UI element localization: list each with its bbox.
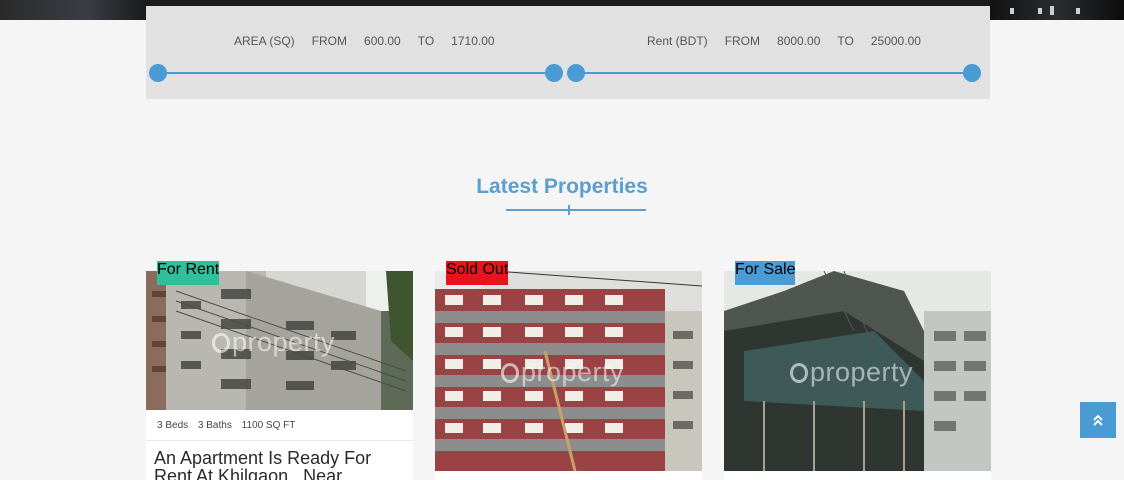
watermark-logo: property [501,357,624,388]
area-from-label: FROM [311,34,348,48]
property-photo[interactable]: property [724,271,991,471]
baths-count: 3 Baths [197,420,232,431]
watermark-logo: property [790,357,913,388]
double-chevron-up-icon [1093,414,1103,426]
area-min-handle[interactable] [149,64,167,82]
rent-range-readout: Rent (BDT) FROM 8000.00 TO 25000.00 [647,34,921,48]
status-badge-sold-out: Sold Out [446,261,509,285]
rent-from-label: FROM [724,34,761,48]
section-title: Latest Properties [476,175,648,198]
property-card[interactable]: property [435,271,702,480]
area-range-slider[interactable] [149,64,563,82]
hero-photo-left [0,0,146,20]
property-photo[interactable]: property [435,271,702,471]
property-title-link[interactable]: An Apartment Is Ready For Rent At Khilga… [154,449,404,480]
area-slider-track[interactable] [158,72,554,74]
property-card[interactable]: property [724,271,991,480]
rent-max-handle[interactable] [963,64,981,82]
rent-slider-track[interactable] [576,72,972,74]
section-title-divider [506,205,646,215]
property-card[interactable]: property 3 Beds 3 Baths 1100 SQ FT An Ap… [146,271,413,480]
watermark-logo: property [212,327,335,358]
rent-min-handle[interactable] [567,64,585,82]
area-from-value: 600.00 [364,34,401,48]
area-size: 1100 SQ FT [241,420,296,431]
area-range-readout: AREA (SQ) FROM 600.00 TO 1710.00 [234,34,495,48]
back-to-top-button[interactable] [1080,402,1116,438]
area-label: AREA (SQ) [234,34,295,48]
beds-count: 3 Beds [157,420,189,431]
area-max-handle[interactable] [545,64,563,82]
rent-range-slider[interactable] [567,64,981,82]
status-badge-for-sale: For Sale [735,261,796,285]
property-meta: 3 Beds 3 Baths 1100 SQ FT [146,410,413,441]
hero-photo-right [990,0,1124,20]
rent-from-value: 8000.00 [777,34,821,48]
area-to-value: 1710.00 [451,34,495,48]
rent-to-label: TO [837,34,854,48]
property-photo[interactable]: property [146,271,413,410]
area-to-label: TO [417,34,435,48]
status-badge-for-rent: For Rent [157,261,220,285]
filter-panel: AREA (SQ) FROM 600.00 TO 1710.00 Rent (B… [146,6,990,99]
rent-label: Rent (BDT) [647,34,708,48]
rent-to-value: 25000.00 [870,34,921,48]
